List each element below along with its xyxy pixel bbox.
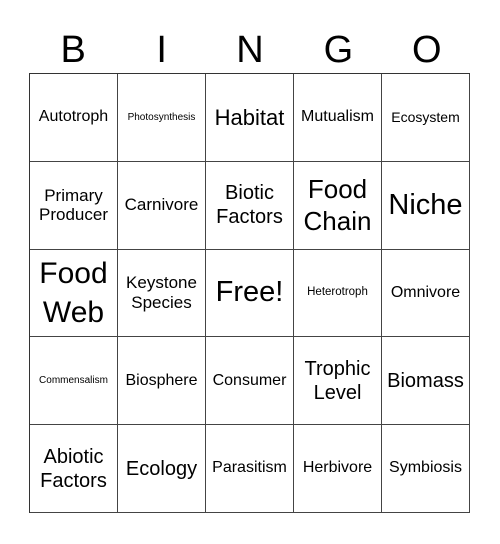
bingo-card-grid: Autotroph Photosynthesis Habitat Mutualism E… [29, 73, 470, 513]
header-letter-i: I [156, 29, 167, 71]
bingo-cell[interactable]: Biosphere [118, 337, 206, 426]
bingo-cell[interactable]: Symbiosis [382, 425, 470, 513]
bingo-cell[interactable]: Parasitism [206, 425, 294, 513]
bingo-cell[interactable]: Primary Producer [30, 161, 118, 250]
bingo-cell[interactable]: Abiotic Factors [30, 425, 118, 513]
bingo-cell[interactable]: Ecology [118, 425, 206, 513]
bingo-cell[interactable]: Trophic Level [294, 337, 382, 426]
bingo-cell[interactable]: Ecosystem [382, 74, 470, 162]
bingo-cell[interactable]: Biomass [382, 337, 470, 426]
bingo-cell[interactable]: Herbivore [294, 425, 382, 513]
bingo-header: B I N G O [29, 28, 471, 72]
header-letter-o: O [412, 29, 442, 71]
bingo-cell[interactable]: Omnivore [382, 249, 470, 338]
bingo-cell[interactable]: Keystone Species [118, 249, 206, 338]
bingo-cell[interactable]: Food Chain [294, 161, 382, 250]
bingo-cell[interactable]: Autotroph [30, 74, 118, 162]
bingo-cell[interactable]: Niche [382, 161, 470, 250]
bingo-cell[interactable]: Carnivore [118, 161, 206, 250]
bingo-cell[interactable]: Biotic Factors [206, 161, 294, 250]
bingo-cell[interactable]: Heterotroph [294, 249, 382, 338]
bingo-cell[interactable]: Mutualism [294, 74, 382, 162]
bingo-cell[interactable]: Commensalism [30, 337, 118, 426]
bingo-cell[interactable]: Consumer [206, 337, 294, 426]
bingo-cell[interactable]: Habitat [206, 74, 294, 162]
header-letter-n: N [236, 29, 264, 71]
bingo-cell[interactable]: Food Web [30, 249, 118, 338]
header-letter-g: G [323, 29, 354, 71]
header-letter-b: B [60, 29, 86, 71]
free-space-cell[interactable]: Free! [206, 249, 294, 338]
bingo-cell[interactable]: Photosynthesis [118, 74, 206, 162]
